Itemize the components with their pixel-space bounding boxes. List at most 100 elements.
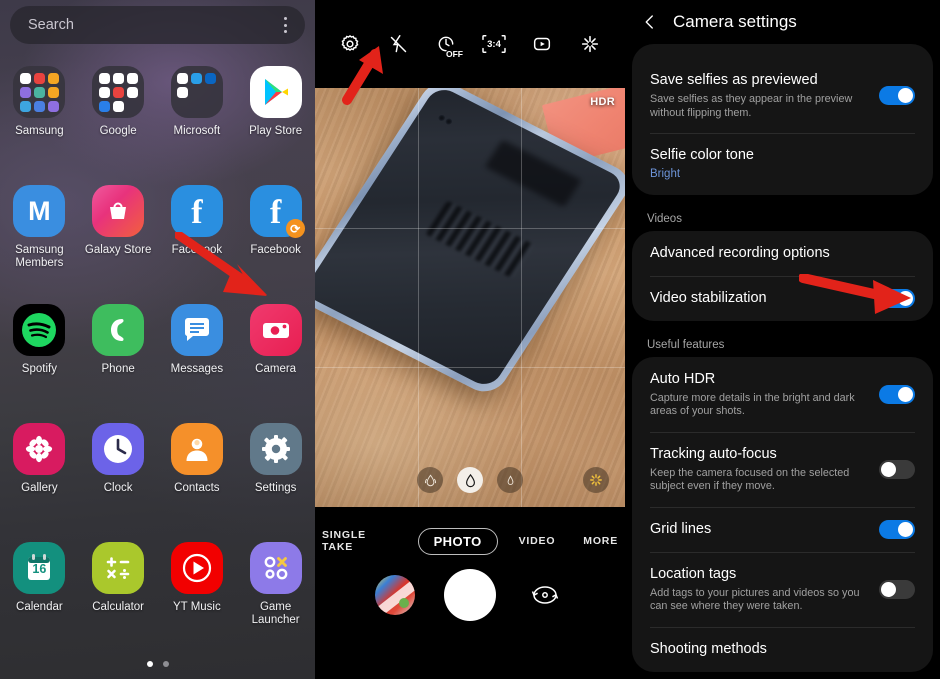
setting-row-advanced-recording-options[interactable]: Advanced recording options <box>632 231 933 276</box>
partially-scrolled-row <box>632 44 933 58</box>
app-item-messages[interactable]: Messages <box>158 296 237 415</box>
settings-header: Camera settings <box>625 0 940 44</box>
search-bar[interactable]: Search <box>10 6 305 44</box>
scene-optimizer-button[interactable] <box>583 467 609 493</box>
app-item-contacts[interactable]: Contacts <box>158 415 237 534</box>
samsung-members-icon[interactable]: M <box>13 185 66 237</box>
ghost-text <box>650 50 653 58</box>
back-chevron-icon[interactable] <box>641 13 659 31</box>
clock-icon[interactable] <box>92 423 145 475</box>
wide-lens-button[interactable] <box>457 467 483 493</box>
mini-icon <box>191 72 203 84</box>
motion-photo-icon[interactable] <box>529 31 555 57</box>
mode-video[interactable]: VIDEO <box>512 530 563 552</box>
app-item-galaxy-store[interactable]: Galaxy Store <box>79 177 158 296</box>
messages-icon[interactable] <box>170 304 223 356</box>
camera-icon[interactable] <box>249 304 302 356</box>
facebook-lite-icon[interactable]: f ⟳ <box>249 185 305 238</box>
phone-icon[interactable] <box>92 304 145 356</box>
setting-title: Video stabilization <box>650 289 767 306</box>
filters-icon[interactable] <box>577 31 603 57</box>
search-input[interactable]: Search <box>28 17 277 33</box>
app-item-microsoft-folder[interactable]: Microsoft <box>158 58 237 177</box>
calendar-day-number: 16 <box>32 562 47 576</box>
toggle-video-stabilization[interactable] <box>879 288 915 308</box>
mode-single-take[interactable]: SINGLE TAKE <box>315 524 404 558</box>
app-item-yt-music[interactable]: YT Music <box>158 534 237 653</box>
camera-preview[interactable]: HDR <box>315 88 625 507</box>
app-item-game-launcher[interactable]: Game Launcher <box>236 534 315 653</box>
mode-more[interactable]: MORE <box>576 530 625 552</box>
settings-group-videos: Advanced recording options Video stabili… <box>632 230 933 321</box>
app-item-samsung-folder[interactable]: Samsung <box>0 58 79 177</box>
app-item-play-store[interactable]: Play Store <box>236 58 315 177</box>
setting-row-tracking-auto-focus[interactable]: Tracking auto-focus Keep the camera focu… <box>632 431 933 507</box>
setting-row-selfie-color-tone[interactable]: Selfie color tone Bright <box>632 133 933 195</box>
aspect-ratio-icon[interactable]: 3:4 <box>481 31 507 57</box>
folder-icon-google[interactable] <box>92 66 145 118</box>
flip-camera-button[interactable] <box>525 575 565 615</box>
toggle-auto-hdr[interactable] <box>879 384 915 404</box>
folder-icon-microsoft[interactable] <box>170 66 223 118</box>
settings-gear-icon[interactable] <box>337 31 363 57</box>
hdr-badge: HDR <box>590 96 615 108</box>
settings-gear-icon[interactable] <box>249 423 302 475</box>
flash-off-icon[interactable] <box>385 31 411 57</box>
android-launcher-panel: Search Samsung Google Microsoft Play Sto… <box>0 0 315 679</box>
gallery-thumbnail-button[interactable] <box>375 575 416 615</box>
timer-state-label: OFF <box>446 49 463 59</box>
contacts-icon[interactable] <box>170 423 223 475</box>
app-item-camera[interactable]: Camera <box>236 296 315 415</box>
calendar-icon[interactable]: 16 <box>13 542 66 594</box>
mode-photo[interactable]: PHOTO <box>417 527 498 555</box>
app-item-clock[interactable]: Clock <box>79 415 158 534</box>
mini-icon <box>205 72 217 84</box>
setting-row-auto-hdr[interactable]: Auto HDR Capture more details in the bri… <box>632 357 933 432</box>
page-dot-2[interactable] <box>162 661 169 667</box>
app-item-calendar[interactable]: 16 Calendar <box>0 534 79 653</box>
toggle-tracking-auto-focus[interactable] <box>879 459 915 479</box>
app-item-google-folder[interactable]: Google <box>79 58 158 177</box>
spotify-icon[interactable] <box>13 304 66 356</box>
toggle-grid-lines[interactable] <box>879 519 915 539</box>
calculator-icon[interactable] <box>92 542 145 594</box>
page-dot-1[interactable] <box>146 661 153 667</box>
tele-lens-button[interactable] <box>497 467 523 493</box>
setting-row-location-tags[interactable]: Location tags Add tags to your pictures … <box>632 551 933 627</box>
settings-scroll-area[interactable]: Save selfies as previewed Save selfies a… <box>625 44 940 679</box>
mini-icon <box>112 86 124 98</box>
timer-off-icon[interactable]: OFF <box>433 31 463 59</box>
app-item-settings[interactable]: Settings <box>236 415 315 534</box>
setting-title: Save selfies as previewed <box>650 72 818 88</box>
setting-row-grid-lines[interactable]: Grid lines <box>632 506 933 552</box>
setting-title: Grid lines <box>650 520 712 537</box>
mini-icon <box>33 86 45 98</box>
play-store-icon[interactable] <box>249 66 302 118</box>
app-item-calculator[interactable]: Calculator <box>79 534 158 653</box>
shutter-button[interactable] <box>443 569 496 621</box>
setting-row-shooting-methods[interactable]: Shooting methods <box>632 626 933 672</box>
folder-icon-samsung[interactable] <box>13 66 66 118</box>
facebook-icon[interactable]: f <box>170 185 223 237</box>
app-label: Facebook <box>250 244 301 256</box>
app-item-phone[interactable]: Phone <box>79 296 158 415</box>
app-item-spotify[interactable]: Spotify <box>0 296 79 415</box>
toggle-location-tags[interactable] <box>879 579 915 599</box>
galaxy-store-icon[interactable] <box>92 185 145 237</box>
app-item-facebook-lite[interactable]: f ⟳ Facebook <box>236 177 315 296</box>
app-item-samsung-members[interactable]: M Samsung Members <box>0 177 79 296</box>
gallery-icon[interactable] <box>13 423 66 475</box>
app-item-facebook[interactable]: f Facebook <box>158 177 237 296</box>
setting-value: Bright <box>650 168 681 180</box>
toggle-save-selfies-as-previewed[interactable] <box>879 86 915 105</box>
setting-title: Auto HDR <box>650 370 716 387</box>
kebab-menu-icon[interactable] <box>277 16 293 34</box>
setting-row-save-selfies-as-previewed[interactable]: Save selfies as previewed Save selfies a… <box>632 58 933 133</box>
ultrawide-lens-button[interactable] <box>417 467 443 493</box>
yt-music-icon[interactable] <box>170 542 223 594</box>
setting-row-video-stabilization[interactable]: Video stabilization <box>632 275 933 321</box>
app-item-gallery[interactable]: Gallery <box>0 415 79 534</box>
game-launcher-icon[interactable] <box>249 542 302 594</box>
mini-icon <box>205 101 216 112</box>
app-label: Calculator <box>92 601 145 613</box>
